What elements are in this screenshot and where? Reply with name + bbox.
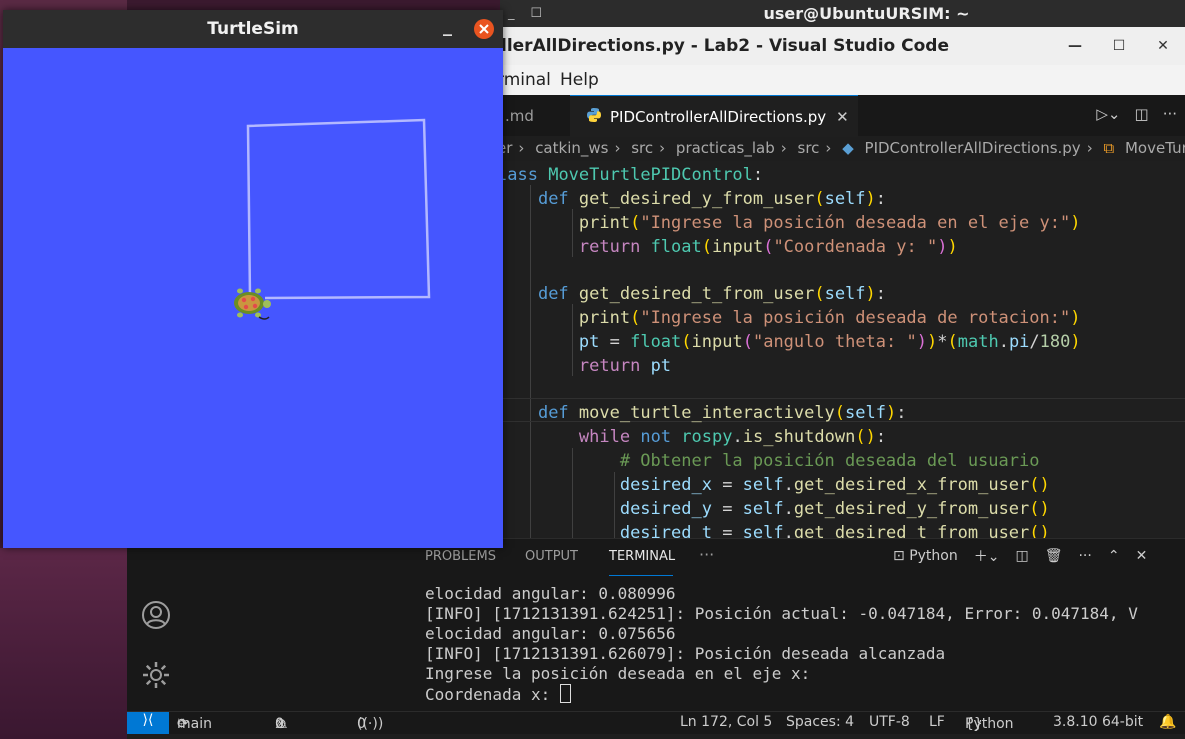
breadcrumb-item[interactable]: src xyxy=(798,139,820,157)
python-file-icon xyxy=(586,107,602,127)
minimize-icon[interactable]: _ xyxy=(443,16,452,37)
terminal-line: elocidad angular: 0.080996 xyxy=(425,584,676,603)
code-line: desired_t = self.get_desired_t_from_user… xyxy=(619,523,1050,538)
turtlesim-title: TurtleSim xyxy=(207,19,299,39)
terminal-icon: ⊡ xyxy=(893,548,905,564)
status-bar: ⟩⟨ ⑂ main ⟳ ⊗ 0 ⚠ 0 ((·)) 0 Ln 172, Col 5 … xyxy=(127,711,1185,734)
terminal-prompt-text: Coordenada x: xyxy=(425,685,560,704)
code-line: print("Ingrese la posición deseada de ro… xyxy=(578,308,1081,328)
code-line: pt = float(input("angulo theta: "))*(mat… xyxy=(578,332,1081,352)
panel-actions: ⊡ Python ＋⌄ ◫ 🗑 ··· ⌃ ✕ xyxy=(893,546,1147,566)
cursor-position[interactable]: Ln 172, Col 5 xyxy=(680,714,772,730)
notifications-bell-icon[interactable]: 🔔 xyxy=(1159,714,1176,730)
code-line: # Obtener la posición deseada del usuari… xyxy=(619,451,1040,471)
code-line: print("Ingrese la posición deseada en el… xyxy=(578,213,1081,233)
run-icon[interactable]: ▷⌄ xyxy=(1096,105,1120,123)
class-symbol-icon: ⧉ xyxy=(1103,139,1115,157)
sync-icon: ⟳ xyxy=(177,716,189,732)
breadcrumb-item[interactable]: PIDControllerAllDirections.py xyxy=(865,139,1081,157)
tab-pidcontroller[interactable]: PIDControllerAllDirections.py ✕ xyxy=(570,95,858,137)
end-of-line[interactable]: LF xyxy=(929,714,945,730)
terminal-window-title[interactable]: user@UbuntuURSIM: ~ xyxy=(548,0,1185,27)
turtlesim-title-bar[interactable]: TurtleSim _ xyxy=(3,10,503,48)
menu-terminal[interactable]: rminal xyxy=(497,70,551,90)
indentation[interactable]: Spaces: 4 xyxy=(786,714,854,730)
trash-icon[interactable]: 🗑 xyxy=(1045,548,1063,564)
tab-problems[interactable]: PROBLEMS xyxy=(425,549,496,564)
tab-label: .md xyxy=(505,106,534,125)
sidebar xyxy=(185,538,398,711)
new-terminal-icon[interactable]: ＋⌄ xyxy=(974,546,1000,566)
split-terminal-icon[interactable]: ◫ xyxy=(1015,548,1028,564)
tab-readme[interactable]: .md xyxy=(497,95,577,136)
code-line: desired_y = self.get_desired_y_from_user… xyxy=(619,499,1050,519)
terminal-shell-label: Python xyxy=(909,548,958,564)
language-label: Python xyxy=(965,716,1014,732)
maximize-panel-icon[interactable]: ⌃ xyxy=(1108,548,1120,564)
code-line: def get_desired_t_from_user(self): xyxy=(537,284,887,304)
menu-help[interactable]: Help xyxy=(560,70,599,90)
tab-label: PIDControllerAllDirections.py xyxy=(610,107,827,126)
code-line: return float(input("Coordenada y: ")) xyxy=(578,237,958,257)
terminal-line: [INFO] [1712131391.624251]: Posición act… xyxy=(425,604,1138,623)
maximize-icon[interactable]: ☐ xyxy=(1097,38,1141,54)
warning-count: 0 xyxy=(275,716,284,732)
terminal-cursor xyxy=(559,684,571,703)
breadcrumb-item[interactable]: catkin_ws xyxy=(535,139,608,157)
more-actions-icon[interactable]: ··· xyxy=(1163,105,1177,123)
remote-indicator[interactable]: ⟩⟨ xyxy=(127,712,169,734)
close-tab-icon[interactable]: ✕ xyxy=(836,108,849,126)
code-line: lass MoveTurtlePIDControl: xyxy=(497,165,764,185)
minimize-icon[interactable]: — xyxy=(1053,38,1097,54)
breadcrumb-item[interactable]: practicas_lab xyxy=(676,139,775,157)
python-interpreter[interactable]: 3.8.10 64-bit xyxy=(1053,714,1143,730)
breadcrumb: er › catkin_ws › src › practicas_lab › src › … xyxy=(497,139,1185,161)
desktop-wallpaper xyxy=(0,548,127,739)
turtlesim-canvas xyxy=(3,48,503,548)
active-tab-indicator xyxy=(609,575,673,576)
activity-bar xyxy=(127,538,185,711)
breadcrumb-item[interactable]: MoveTurt xyxy=(1125,139,1185,157)
terminal-shell-selector[interactable]: ⊡ Python xyxy=(893,548,958,564)
gear-icon[interactable] xyxy=(141,660,171,690)
background-window-controls: _ ☐ xyxy=(500,0,550,27)
terminal-line: elocidad angular: 0.075656 xyxy=(425,624,676,643)
editor-actions: ▷⌄ ◫ ··· xyxy=(1096,105,1177,123)
account-icon[interactable] xyxy=(141,600,171,630)
tab-output[interactable]: OUTPUT xyxy=(525,549,578,564)
turtlesim-window: TurtleSim _ xyxy=(3,10,503,548)
code-line: def move_turtle_interactively(self): xyxy=(537,403,907,423)
encoding[interactable]: UTF-8 xyxy=(869,714,910,730)
close-icon[interactable] xyxy=(474,19,494,39)
code-editor[interactable]: lass MoveTurtlePIDControl: def get_desir… xyxy=(497,161,1185,538)
more-tabs-icon[interactable]: ··· xyxy=(699,545,714,564)
code-line: while not rospy.is_shutdown(): xyxy=(578,427,887,447)
breadcrumb-item[interactable]: src xyxy=(631,139,653,157)
close-icon[interactable]: ✕ xyxy=(1141,38,1185,54)
bottom-panel: PROBLEMS OUTPUT TERMINAL ··· ⊡ Python ＋⌄… xyxy=(397,538,1185,712)
more-actions-icon[interactable]: ··· xyxy=(1078,548,1091,564)
ports-count: 0 xyxy=(357,716,366,732)
terminal-line: Ingrese la posición deseada en el eje x: xyxy=(425,664,811,683)
window-title: llerAllDirections.py - Lab2 - Visual Stu… xyxy=(501,36,950,56)
code-line: desired_x = self.get_desired_x_from_user… xyxy=(619,475,1050,495)
code-line: def get_desired_y_from_user(self): xyxy=(537,189,887,209)
split-editor-icon[interactable]: ◫ xyxy=(1135,105,1149,123)
python-file-icon: ◆ xyxy=(842,139,854,157)
close-panel-icon[interactable]: ✕ xyxy=(1136,548,1148,564)
code-line: return pt xyxy=(578,356,672,376)
terminal-line: [INFO] [1712131391.626079]: Posición des… xyxy=(425,644,946,663)
terminal-prompt[interactable]: Coordenada x: xyxy=(425,684,571,704)
tab-terminal[interactable]: TERMINAL xyxy=(609,549,675,564)
window-controls: — ☐ ✕ xyxy=(1053,27,1185,65)
